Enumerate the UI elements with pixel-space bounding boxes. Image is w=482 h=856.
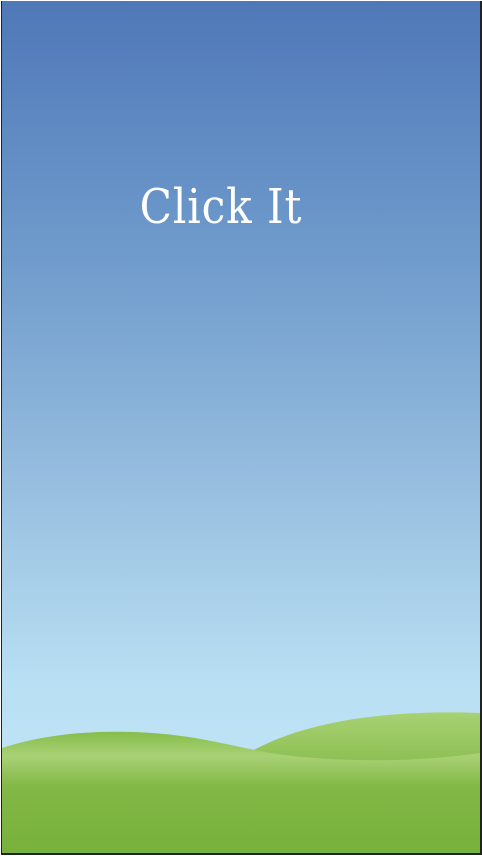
- game-screen[interactable]: Click It: [1, 1, 482, 855]
- click-it-title-button[interactable]: Click It: [28, 179, 413, 235]
- grass-hills: [2, 712, 480, 853]
